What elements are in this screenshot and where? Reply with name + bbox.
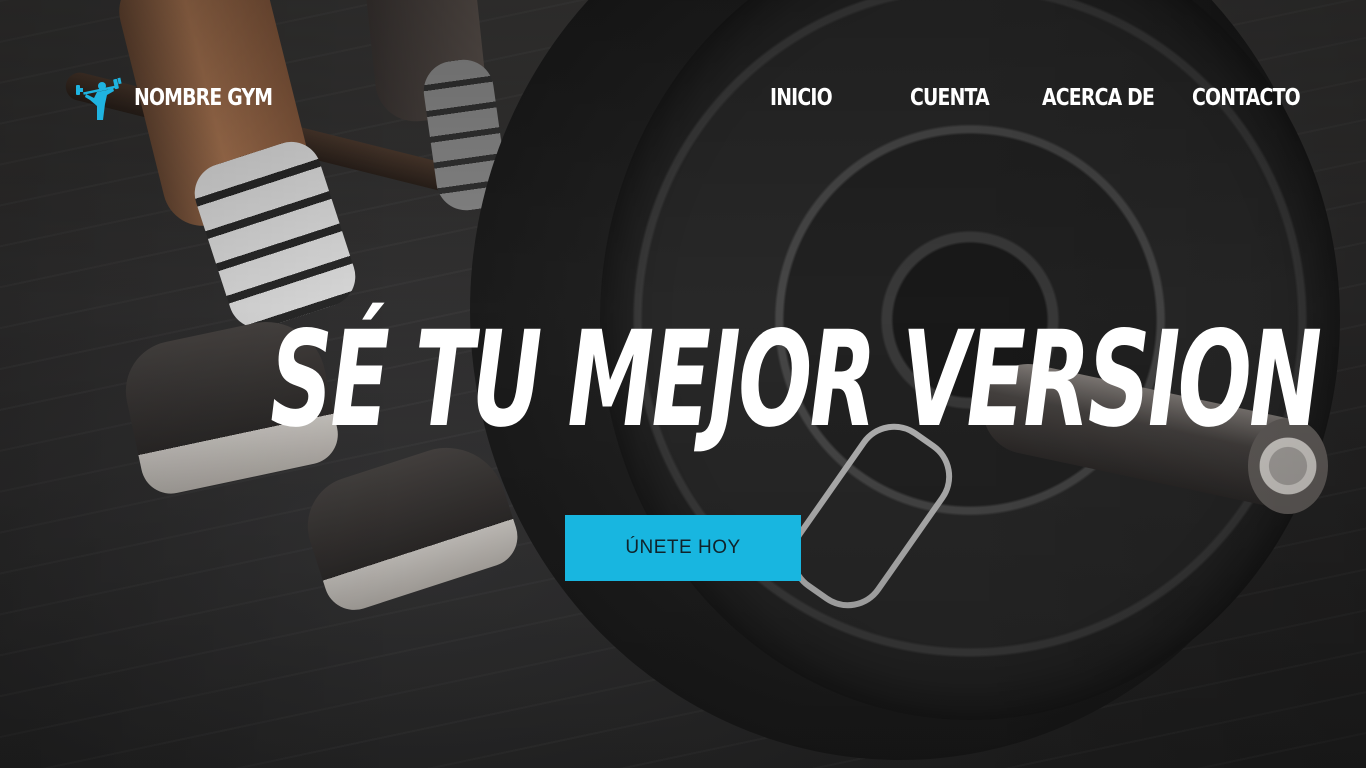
nav-link-cuenta[interactable]: CUENTA [910, 82, 990, 114]
nav-link-inicio[interactable]: INICIO [770, 82, 833, 114]
nav-link-contacto[interactable]: CONTACTO [1192, 82, 1301, 114]
hero-headline: SÉ TU MEJOR VERSION [0, 300, 1366, 460]
nav-menu: INICIO CUENTA ACERCA DE CONTACTO [0, 82, 1366, 114]
nav-link-acerca-de[interactable]: ACERCA DE [1042, 82, 1155, 114]
hero-headline-text: SÉ TU MEJOR VERSION [270, 303, 1322, 457]
join-today-label: ÚNETE HOY [625, 537, 741, 558]
join-today-button[interactable]: ÚNETE HOY [565, 515, 801, 581]
hero-section: NOMBRE GYM INICIO CUENTA ACERCA DE CONTA… [0, 0, 1366, 768]
top-navbar: NOMBRE GYM INICIO CUENTA ACERCA DE CONTA… [0, 0, 1366, 196]
